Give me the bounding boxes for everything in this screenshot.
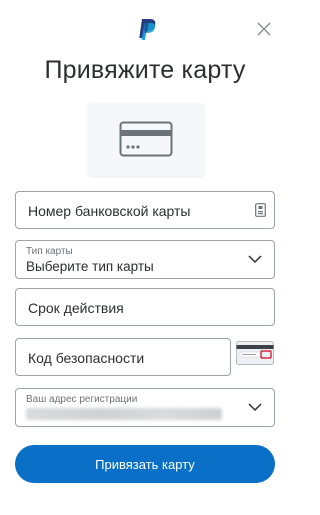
- address-value-redacted: [26, 408, 222, 420]
- link-card-button[interactable]: Привязать карту: [15, 445, 275, 483]
- card-type-label: Тип карты: [26, 246, 73, 257]
- card-type-value: Выберите тип карты: [26, 259, 154, 274]
- chevron-down-icon: [248, 255, 262, 264]
- card-number-field[interactable]: Номер банковской карты: [15, 191, 275, 229]
- close-icon[interactable]: [256, 21, 272, 37]
- card-id-icon[interactable]: [255, 203, 266, 217]
- card-back-cvv-icon: [236, 341, 274, 365]
- card-illustration: [88, 103, 204, 176]
- page-title: Привяжите карту: [44, 56, 246, 84]
- expiry-placeholder: Срок действия: [28, 300, 124, 316]
- security-code-field[interactable]: Код безопасности: [15, 338, 231, 376]
- card-number-placeholder: Номер банковской карты: [28, 203, 191, 219]
- expiry-field[interactable]: Срок действия: [15, 288, 275, 326]
- credit-card-icon: [119, 121, 173, 157]
- card-type-select[interactable]: Тип карты Выберите тип карты: [15, 240, 275, 279]
- chevron-down-icon: [248, 403, 262, 412]
- address-label: Ваш адрес регистрации: [26, 394, 138, 405]
- paypal-logo-icon: [139, 19, 156, 40]
- address-select[interactable]: Ваш адрес регистрации: [15, 388, 275, 427]
- security-code-placeholder: Код безопасности: [28, 350, 145, 366]
